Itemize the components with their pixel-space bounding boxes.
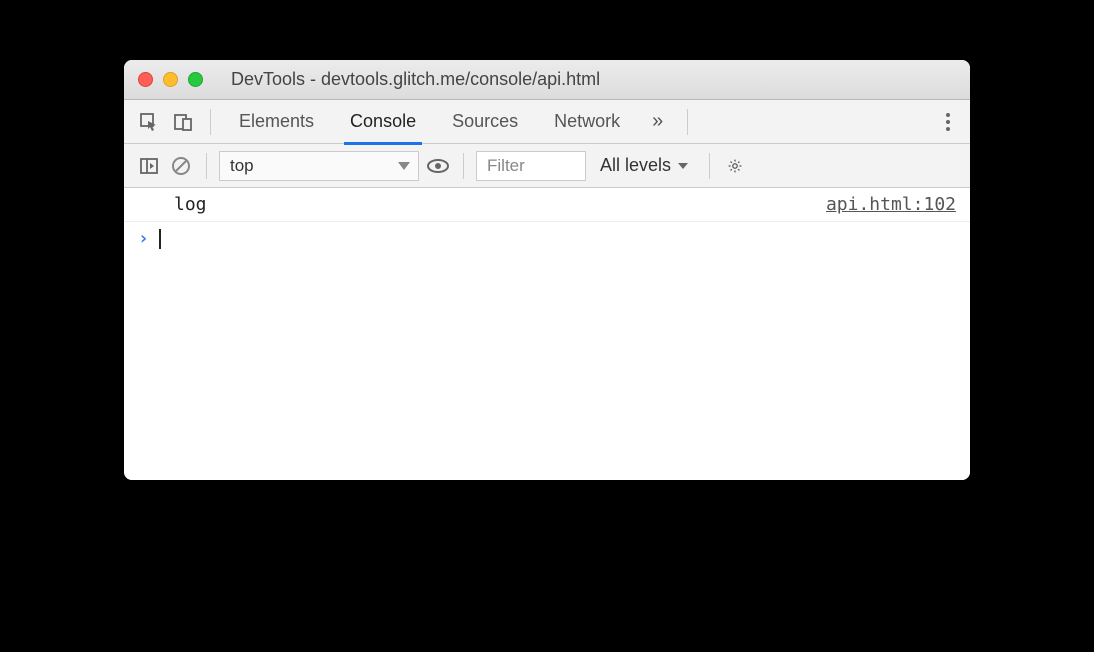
- log-text: log: [174, 194, 207, 215]
- tab-elements[interactable]: Elements: [225, 100, 328, 144]
- window-title: DevTools - devtools.glitch.me/console/ap…: [213, 69, 956, 90]
- devtools-window: DevTools - devtools.glitch.me/console/ap…: [124, 60, 970, 480]
- text-caret: [159, 229, 161, 249]
- live-expression-icon[interactable]: [425, 153, 451, 179]
- divider: [687, 109, 688, 135]
- chevron-down-icon: [398, 162, 410, 170]
- close-icon[interactable]: [138, 72, 153, 87]
- tab-console[interactable]: Console: [336, 100, 430, 144]
- settings-icon[interactable]: [722, 153, 748, 179]
- toggle-drawer-icon[interactable]: [136, 153, 162, 179]
- divider: [206, 153, 207, 179]
- log-entry: log api.html:102: [124, 188, 970, 222]
- menu-icon[interactable]: [938, 113, 958, 131]
- more-tabs-icon[interactable]: »: [642, 110, 673, 133]
- console-prompt[interactable]: ›: [124, 222, 970, 255]
- console-output: log api.html:102 ›: [124, 188, 970, 480]
- minimize-icon[interactable]: [163, 72, 178, 87]
- console-toolbar: top All levels: [124, 144, 970, 188]
- clear-console-icon[interactable]: [168, 153, 194, 179]
- tab-network[interactable]: Network: [540, 100, 634, 144]
- titlebar: DevTools - devtools.glitch.me/console/ap…: [124, 60, 970, 100]
- context-selector[interactable]: top: [219, 151, 419, 181]
- chevron-down-icon: [677, 161, 689, 171]
- filter-input[interactable]: [476, 151, 586, 181]
- window-controls: [138, 72, 203, 87]
- tab-sources[interactable]: Sources: [438, 100, 532, 144]
- prompt-icon: ›: [138, 228, 149, 249]
- divider: [709, 153, 710, 179]
- context-value: top: [230, 156, 254, 176]
- log-level-selector[interactable]: All levels: [592, 155, 697, 176]
- maximize-icon[interactable]: [188, 72, 203, 87]
- main-toolbar: Elements Console Sources Network »: [124, 100, 970, 144]
- divider: [210, 109, 211, 135]
- device-toggle-icon[interactable]: [170, 109, 196, 135]
- divider: [463, 153, 464, 179]
- source-link[interactable]: api.html:102: [826, 194, 956, 215]
- level-label: All levels: [600, 155, 671, 176]
- inspect-element-icon[interactable]: [136, 109, 162, 135]
